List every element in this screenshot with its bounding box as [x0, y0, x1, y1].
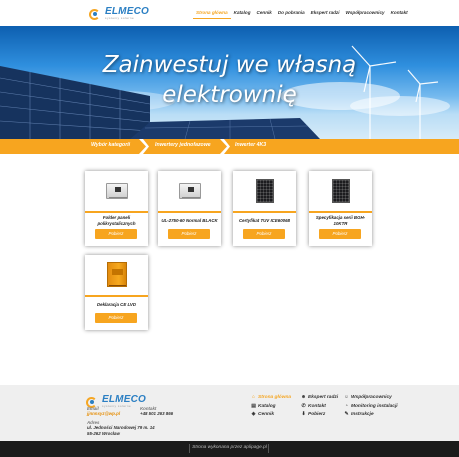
product-title: Specyfikacja serii BGH-10KTR — [315, 215, 366, 226]
inverter-icon — [85, 171, 148, 210]
footer-link-label: Ekspert radzi — [308, 395, 339, 400]
footer-link-label: Strona główna — [258, 395, 292, 400]
home-icon: ⌂ — [252, 395, 255, 400]
hero-title-line-1: Zainwestuj we własną — [102, 52, 357, 78]
email-link[interactable]: jjnnnxyz@wp.pl — [87, 411, 120, 416]
download-button[interactable]: Pobierz — [95, 229, 137, 239]
phone-icon: ✆ — [301, 404, 306, 409]
solar-panel-icon — [309, 171, 372, 210]
product-card[interactable]: UL-2750-60 Normal BLACK Pobierz — [158, 171, 221, 246]
brand-tagline: systemy solarne — [105, 16, 135, 20]
footer-link-contact[interactable]: ✆ Kontakt — [301, 403, 326, 410]
footer-link-label: Cennik — [258, 412, 274, 417]
price-tag-icon: ◈ — [251, 412, 256, 417]
hero-banner: Zainwestuj we własną elektrownię — [0, 26, 459, 139]
chevron-right-icon — [139, 139, 149, 154]
product-title: Deklaracja CE LVD — [96, 302, 137, 307]
nav-item-catalog[interactable]: Katalog — [231, 7, 254, 19]
footer-link-label: Instrukcje — [351, 412, 374, 417]
credit-link[interactable]: Strona wykonana przez aplipage.pl — [192, 445, 267, 450]
product-card[interactable]: Certyfikat TUV ICE60068 Pobierz — [233, 171, 296, 246]
download-button[interactable]: Pobierz — [95, 313, 137, 323]
footer-link-label: Pobierz — [308, 412, 326, 417]
nav-item-partners[interactable]: Współpracownicy — [343, 7, 388, 19]
nav-item-contact[interactable]: Kontakt — [388, 7, 411, 19]
footer-link-label: Monitoring instalacji — [351, 404, 398, 409]
inverter-icon — [158, 171, 221, 210]
breadcrumb-item-current[interactable]: Inwerter 4K3 — [235, 142, 266, 148]
footer-link-catalog[interactable]: ▤ Katalog — [251, 403, 276, 410]
sun-logo-icon — [89, 8, 103, 20]
card-accent-bar — [233, 211, 296, 213]
product-card[interactable]: Deklaracja CE LVD Pobierz — [85, 255, 148, 330]
breadcrumb: Wybór kategorii Inwertery jednofazowe In… — [0, 139, 459, 154]
footer-link-partners[interactable]: ☺ Współpracownicy — [344, 394, 392, 401]
chevron-right-icon — [220, 139, 230, 154]
breadcrumb-item-category[interactable]: Wybór kategorii — [91, 142, 130, 148]
product-card[interactable]: Folder paneli polikrystalicznych Pobierz — [85, 171, 148, 246]
nav-item-downloads[interactable]: Do pobrania — [275, 7, 308, 19]
footer-link-pricing[interactable]: ◈ Cennik — [251, 411, 274, 418]
download-icon: ⬇ — [301, 412, 306, 417]
orange-inverter-icon — [85, 255, 148, 294]
divider — [268, 444, 269, 453]
footer-link-label: Katalog — [258, 404, 276, 409]
footer-link-home[interactable]: ⌂ Strona główna — [251, 394, 291, 401]
card-accent-bar — [309, 211, 372, 213]
card-accent-bar — [85, 211, 148, 213]
main-nav: Strona główna Katalog Cennik Do pobrania… — [193, 7, 411, 19]
nav-item-home[interactable]: Strona główna — [193, 7, 231, 19]
address-line-2: 55-262 Wrocław — [87, 431, 120, 436]
credits-bar: Strona wykonana przez aplipage.pl — [0, 441, 459, 457]
people-icon: ☺ — [344, 395, 349, 400]
brand-logo[interactable]: ELMECO systemy solarne — [89, 7, 149, 20]
product-card[interactable]: Specyfikacja serii BGH-10KTR Pobierz — [309, 171, 372, 246]
site-footer: ELMECO systemy solarne Email jjnnnxyz@wp… — [0, 385, 459, 441]
card-accent-bar — [158, 211, 221, 213]
footer-link-monitoring[interactable]: ◔ Monitoring instalacji — [344, 403, 398, 410]
book-icon: ▤ — [251, 404, 256, 409]
product-title: Certyfikat TUV ICE60068 — [238, 218, 290, 223]
footer-link-download[interactable]: ⬇ Pobierz — [301, 411, 325, 418]
breadcrumb-item-subcategory[interactable]: Inwertery jednofazowe — [155, 142, 211, 148]
footer-link-label: Kontakt — [308, 404, 326, 409]
nav-item-expert[interactable]: Ekspert radzi — [308, 7, 343, 19]
nav-item-pricing[interactable]: Cennik — [254, 7, 275, 19]
divider — [189, 444, 190, 453]
card-accent-bar — [85, 295, 148, 297]
product-title: UL-2750-60 Normal BLACK — [161, 218, 218, 223]
solar-panel-icon — [233, 171, 296, 210]
footer-link-expert[interactable]: ☻ Ekspert radzi — [301, 394, 338, 401]
expert-icon: ☻ — [301, 395, 307, 400]
download-button[interactable]: Pobierz — [168, 229, 210, 239]
product-title: Folder paneli polikrystalicznych — [97, 215, 136, 226]
instructions-icon: ✎ — [344, 412, 349, 417]
download-button[interactable]: Pobierz — [319, 229, 361, 239]
site-header: ELMECO systemy solarne Strona główna Kat… — [0, 0, 459, 26]
footer-link-label: Współpracownicy — [351, 395, 392, 400]
phone-value: +48 501 263 866 — [140, 411, 174, 416]
address-line-1: ul. Jedności Narodowej 79 m. 14 — [87, 425, 155, 430]
download-button[interactable]: Pobierz — [243, 229, 285, 239]
hero-title-line-2: elektrownię — [162, 82, 297, 108]
monitor-icon: ◔ — [345, 404, 348, 409]
footer-link-instructions[interactable]: ✎ Instrukcje — [344, 411, 374, 418]
